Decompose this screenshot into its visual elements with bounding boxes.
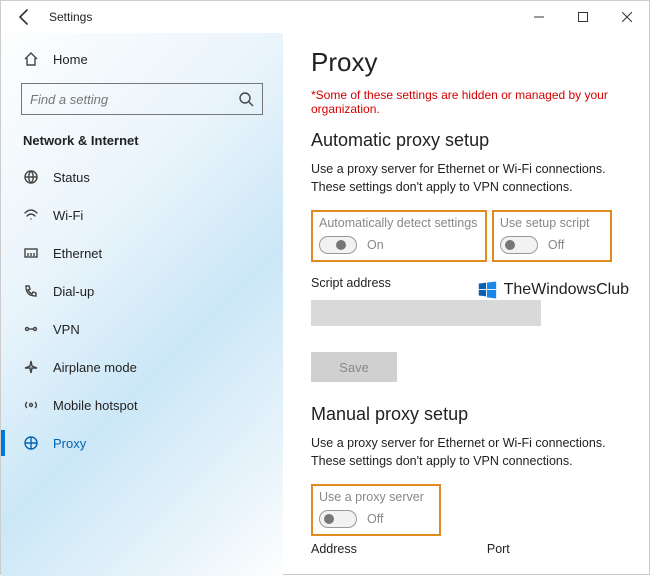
setting-label: Automatically detect settings — [319, 216, 477, 230]
port-label: Port — [487, 542, 510, 556]
sidebar-item-dialup[interactable]: Dial-up — [1, 272, 283, 310]
toggle-auto-detect[interactable] — [319, 236, 357, 254]
setting-setup-script: Use setup script Off — [492, 210, 612, 262]
maximize-button[interactable] — [561, 1, 605, 33]
proxy-icon — [23, 435, 39, 451]
address-label: Address — [311, 542, 357, 556]
section-heading-manual: Manual proxy setup — [311, 404, 621, 425]
sidebar-item-label: VPN — [53, 322, 80, 337]
search-icon — [238, 91, 254, 107]
minimize-button[interactable] — [517, 1, 561, 33]
search-field[interactable] — [30, 92, 238, 107]
sidebar-item-vpn[interactable]: VPN — [1, 310, 283, 348]
back-button[interactable] — [15, 7, 35, 27]
watermark-text: TheWindowsClub — [504, 281, 629, 299]
sidebar: Home Network & Internet Status Wi-Fi Eth… — [1, 33, 283, 576]
window-titlebar: Settings — [1, 1, 649, 33]
section-heading-auto: Automatic proxy setup — [311, 130, 621, 151]
sidebar-item-wifi[interactable]: Wi-Fi — [1, 196, 283, 234]
script-address-input[interactable] — [311, 300, 541, 326]
setting-use-proxy: Use a proxy server Off — [311, 484, 441, 536]
ethernet-icon — [23, 245, 39, 261]
window-caption: Settings — [49, 10, 92, 24]
phone-icon — [23, 283, 39, 299]
main-content: Proxy *Some of these settings are hidden… — [283, 33, 649, 576]
toggle-state: Off — [548, 238, 564, 252]
sidebar-item-label: Home — [53, 52, 88, 67]
close-button[interactable] — [605, 1, 649, 33]
windows-logo-icon — [476, 279, 498, 301]
globe-icon — [23, 169, 39, 185]
sidebar-item-label: Status — [53, 170, 90, 185]
setting-label: Use a proxy server — [319, 490, 431, 504]
sidebar-item-airplane[interactable]: Airplane mode — [1, 348, 283, 386]
sidebar-item-label: Ethernet — [53, 246, 102, 261]
section-desc-manual: Use a proxy server for Ethernet or Wi-Fi… — [311, 435, 621, 470]
home-icon — [23, 51, 39, 67]
setting-auto-detect: Automatically detect settings On — [311, 210, 487, 262]
toggle-setup-script[interactable] — [500, 236, 538, 254]
save-button[interactable]: Save — [311, 352, 397, 382]
org-warning: *Some of these settings are hidden or ma… — [311, 88, 621, 116]
page-title: Proxy — [311, 47, 621, 78]
setting-label: Use setup script — [500, 216, 602, 230]
sidebar-item-label: Wi-Fi — [53, 208, 83, 223]
search-input[interactable] — [21, 83, 263, 115]
sidebar-item-label: Mobile hotspot — [53, 398, 138, 413]
sidebar-item-label: Dial-up — [53, 284, 94, 299]
sidebar-item-proxy[interactable]: Proxy — [1, 424, 283, 462]
vpn-icon — [23, 321, 39, 337]
sidebar-item-hotspot[interactable]: Mobile hotspot — [1, 386, 283, 424]
sidebar-item-ethernet[interactable]: Ethernet — [1, 234, 283, 272]
toggle-state: On — [367, 238, 384, 252]
hotspot-icon — [23, 397, 39, 413]
toggle-state: Off — [367, 512, 383, 526]
sidebar-item-label: Airplane mode — [53, 360, 137, 375]
sidebar-item-label: Proxy — [53, 436, 86, 451]
section-desc-auto: Use a proxy server for Ethernet or Wi-Fi… — [311, 161, 621, 196]
sidebar-item-home[interactable]: Home — [1, 41, 283, 77]
watermark: TheWindowsClub — [476, 279, 629, 301]
wifi-icon — [23, 207, 39, 223]
toggle-use-proxy[interactable] — [319, 510, 357, 528]
sidebar-item-status[interactable]: Status — [1, 158, 283, 196]
airplane-icon — [23, 359, 39, 375]
sidebar-section-title: Network & Internet — [1, 125, 283, 158]
